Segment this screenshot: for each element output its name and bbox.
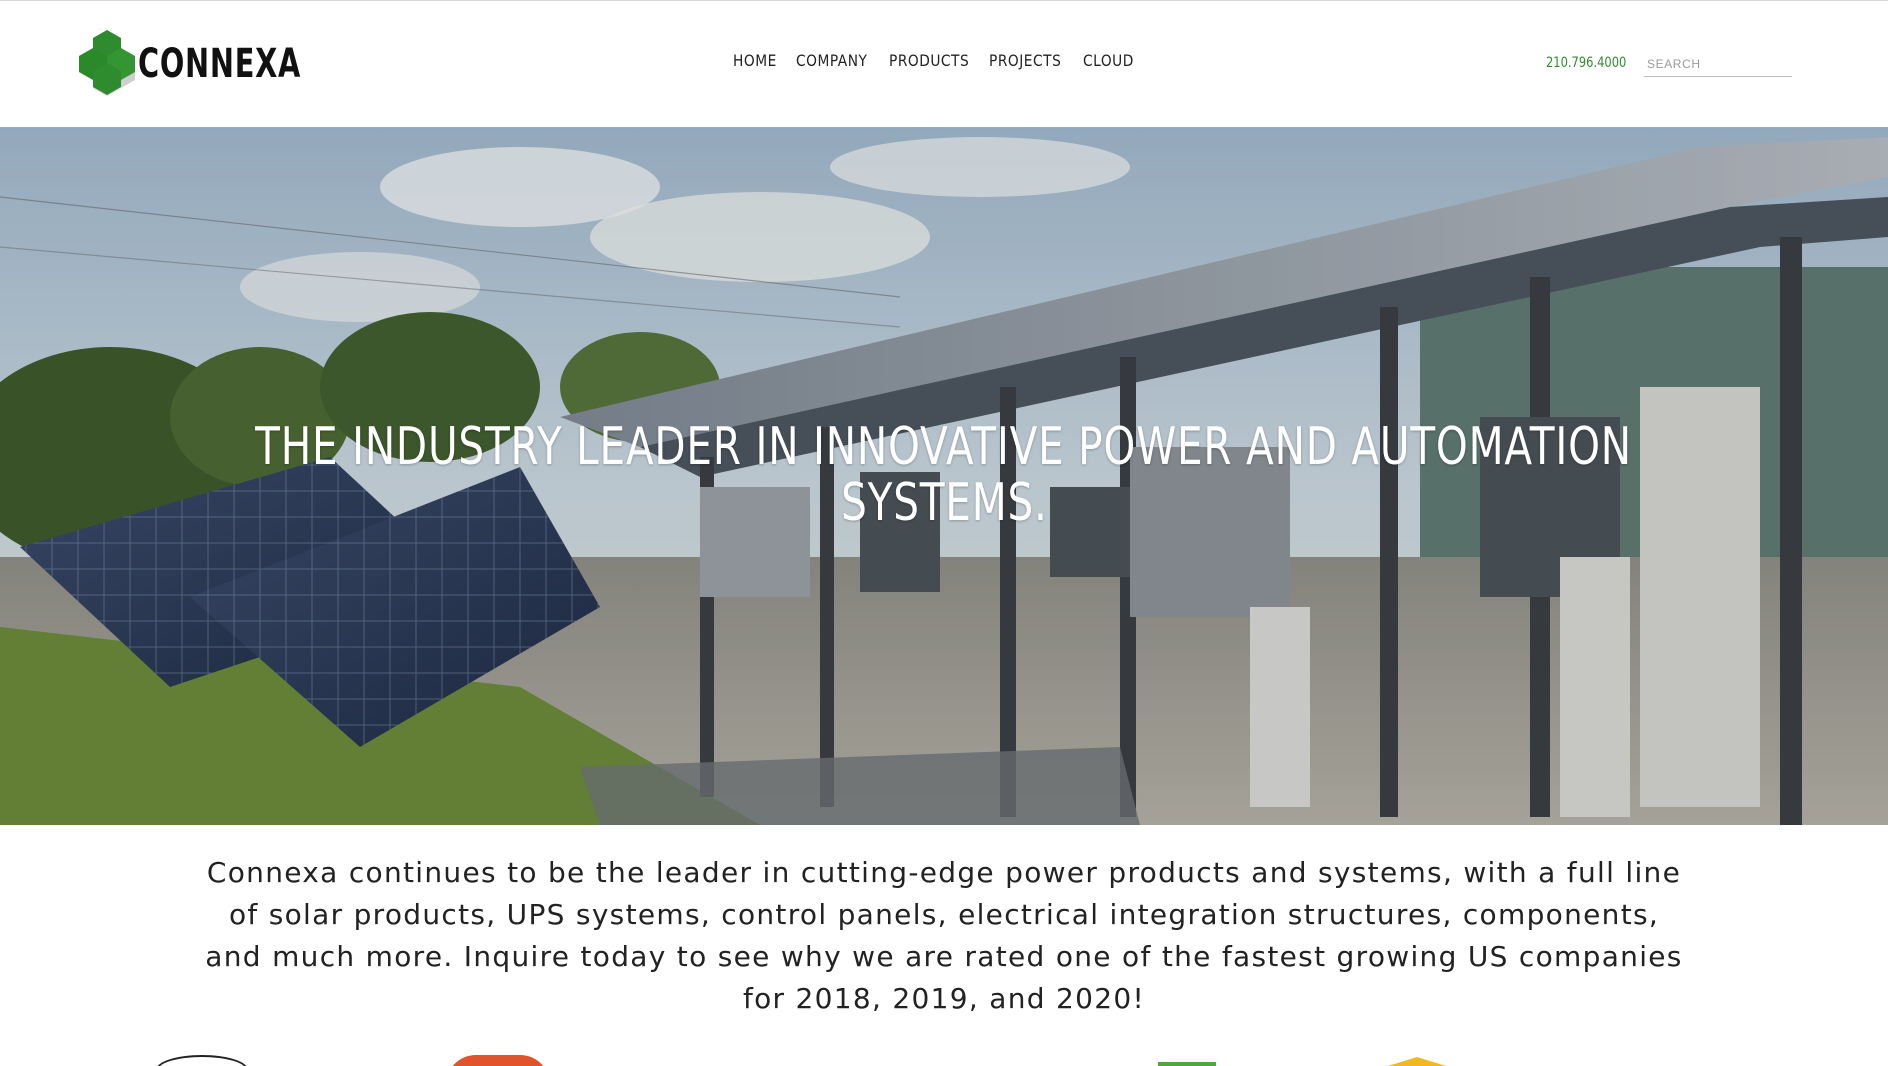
hexagon-cluster-logo-icon: [79, 30, 135, 96]
nav-item-company[interactable]: COMPANY: [796, 51, 876, 70]
phone-link[interactable]: 210.796.4000: [1546, 55, 1626, 71]
hero-banner: THE INDUSTRY LEADER IN INNOVATIVE POWER …: [0, 127, 1888, 825]
search-input[interactable]: [1644, 51, 1792, 76]
hero-headline-line-1: THE INDUSTRY LEADER IN INNOVATIVE POWER …: [255, 417, 1633, 477]
site-header: CONNEXA HOME COMPANY PRODUCTS PROJECTS C…: [0, 0, 1888, 127]
green-award-badge-icon: [1158, 1062, 1216, 1066]
nav-item-cloud[interactable]: CLOUD: [1083, 51, 1135, 70]
brand-name: CONNEXA: [138, 41, 302, 87]
hero-headline-line-2: SYSTEMS.: [840, 473, 1048, 533]
search-box: [1644, 51, 1792, 77]
brand-logo[interactable]: CONNEXA: [76, 29, 364, 99]
yellow-award-badge-icon: [1388, 1057, 1446, 1066]
hero-headline: THE INDUSTRY LEADER IN INNOVATIVE POWER …: [0, 419, 1888, 531]
orange-award-badge-icon: [446, 1055, 550, 1066]
nav-item-projects[interactable]: PROJECTS: [989, 51, 1070, 70]
intro-paragraph: Connexa continues to be the leader in cu…: [205, 856, 1683, 1015]
fastest-growing-badge-icon: [156, 1055, 248, 1066]
main-nav: HOME COMPANY PRODUCTS PROJECTS CLOUD: [733, 51, 1143, 70]
nav-item-home[interactable]: HOME: [733, 51, 787, 70]
nav-item-products[interactable]: PRODUCTS: [889, 51, 975, 70]
